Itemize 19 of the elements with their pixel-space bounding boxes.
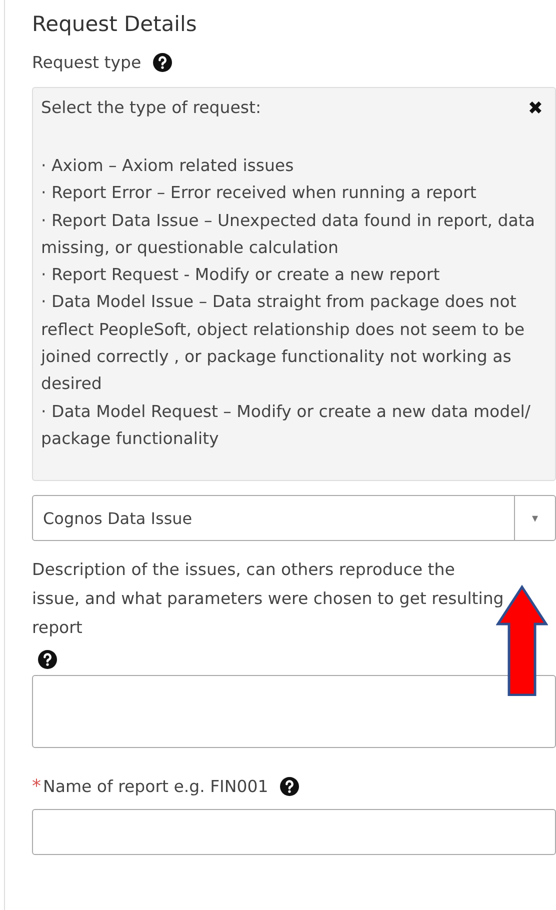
tooltip-item: · Report Error – Error received when running a report (41, 182, 478, 204)
help-icon[interactable] (280, 777, 300, 796)
tooltip-item: · Axiom – Axiom related issues (41, 155, 295, 177)
field-label: Request type (32, 52, 142, 74)
tooltip-item: · Data Model Request – Modify or create a new data model/ package functionality (41, 400, 532, 450)
description-label: Description of the issues, can others reproduce the issue, and what parameters were chosen to get resulting report (32, 559, 505, 640)
tooltip-item: · Data Model Issue – Data straight from package does not reflect PeopleSoft, object relationship does not seem to be joined correctly , or package functionality not working as desired (41, 291, 526, 396)
report-name-field[interactable] (32, 809, 556, 856)
field-label: Name of report e.g. FIN001 (43, 776, 268, 798)
tooltip-intro: Select the type of request: (41, 97, 262, 119)
help-icon[interactable] (153, 53, 172, 72)
request-type-dropdown[interactable]: Cognos Data Issue ▾ (32, 495, 556, 542)
help-icon[interactable] (38, 650, 57, 670)
tooltip-item: · Report Data Issue – Unexpected data found in report, data missing, or questionable calculation (41, 210, 536, 259)
close-button[interactable]: ✖ (524, 94, 547, 123)
required-marker: * (32, 776, 41, 797)
description-field[interactable] (32, 675, 556, 748)
tooltip-item: · Report Request - Modify or create a new report (41, 264, 441, 286)
section-title: Request Details (32, 11, 198, 38)
